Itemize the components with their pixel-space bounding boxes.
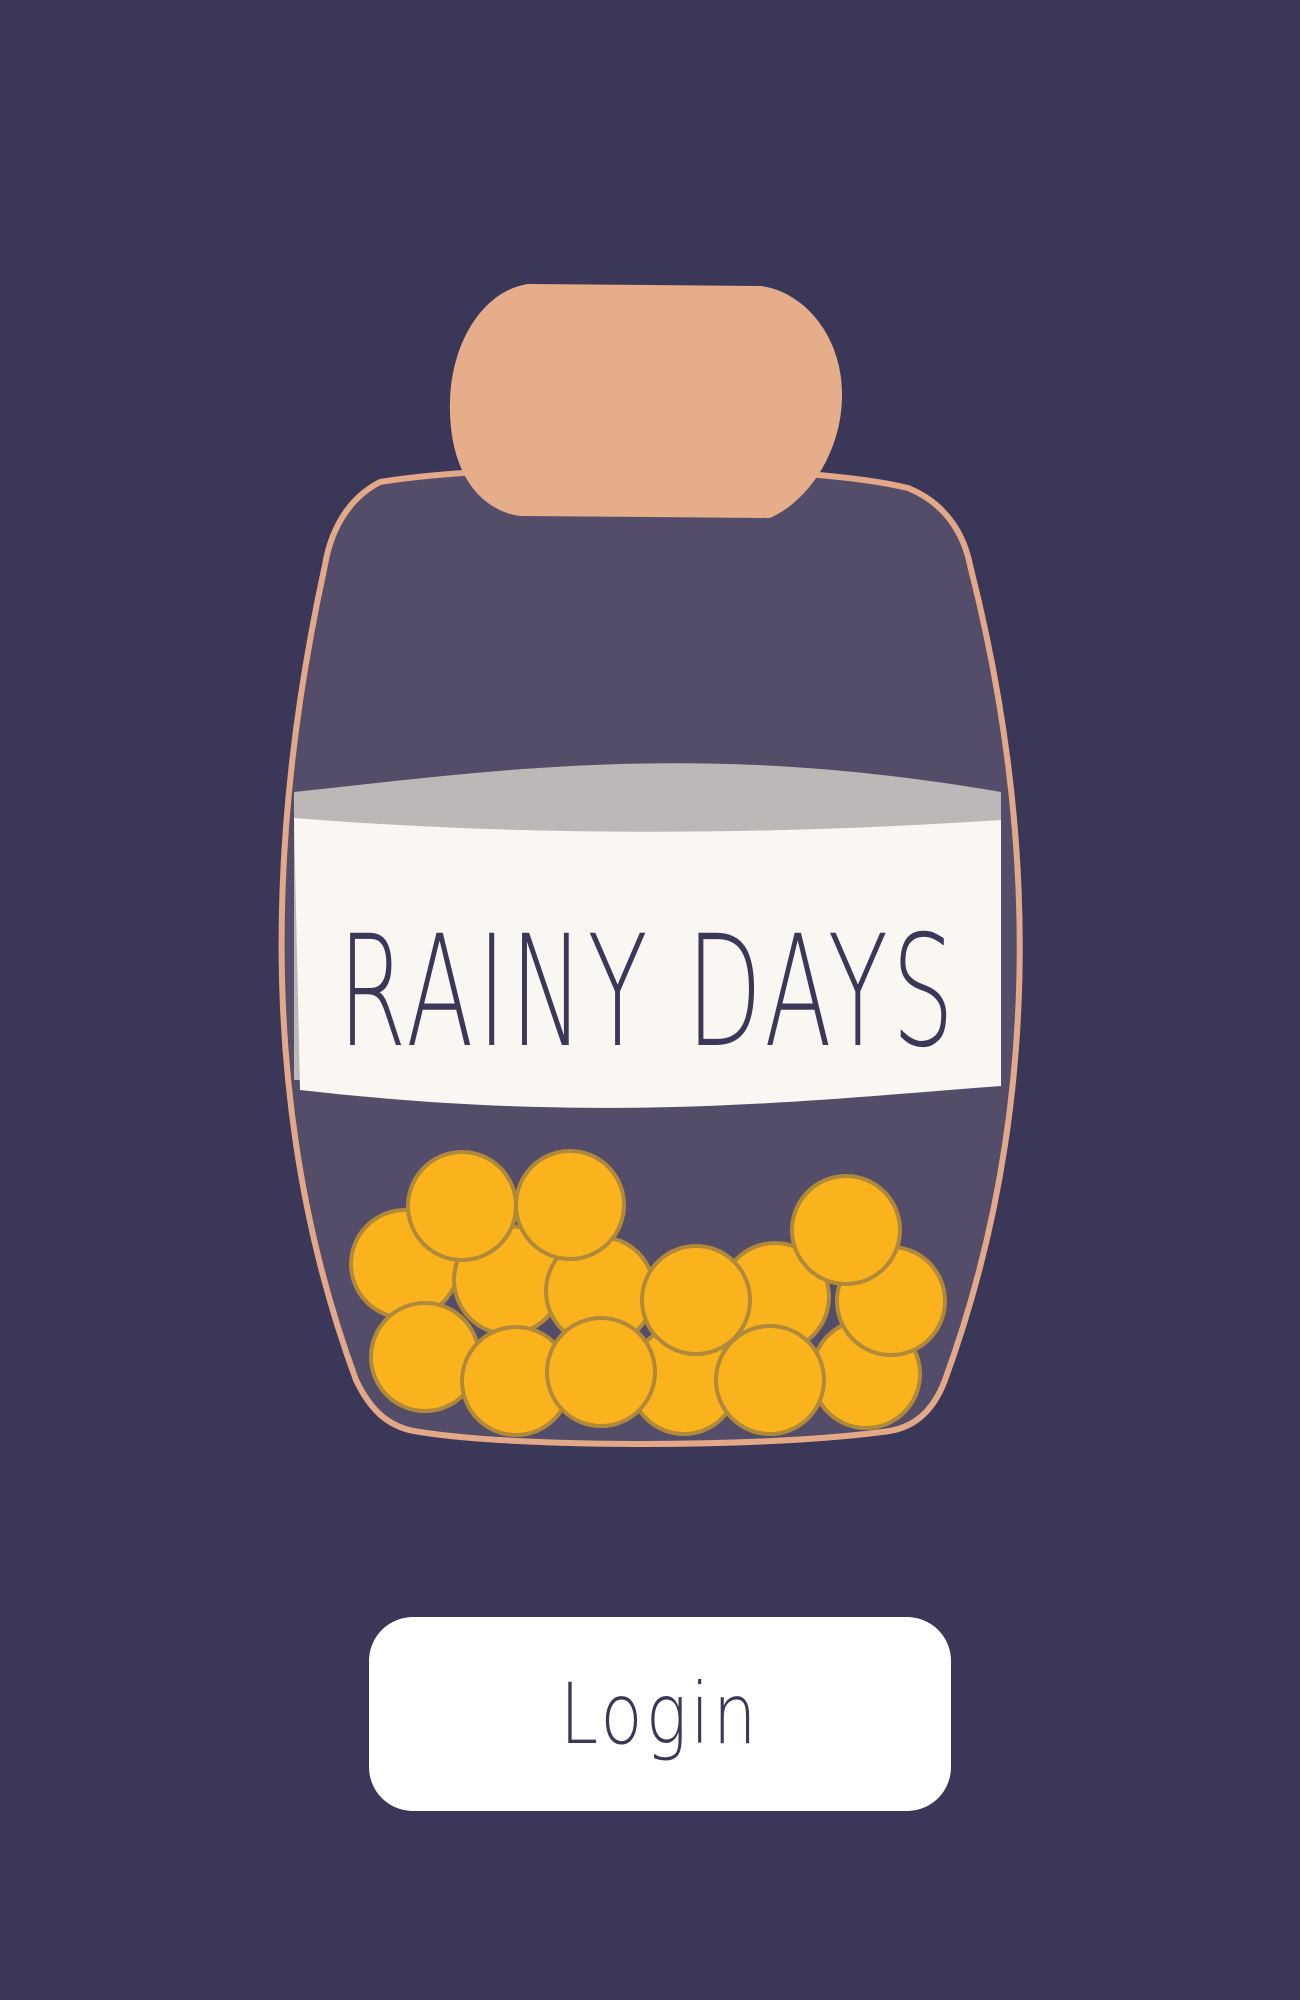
- coin-icon: [545, 1316, 657, 1428]
- login-button[interactable]: Login: [369, 1617, 951, 1811]
- login-button-label: Login: [560, 1665, 760, 1763]
- coin-icon: [514, 1149, 626, 1261]
- coin-icon: [790, 1174, 902, 1286]
- jar-title: RAINY DAYS: [338, 903, 958, 1082]
- jar-lid: [449, 284, 842, 518]
- coin-icon: [714, 1324, 826, 1436]
- rainy-days-jar-illustration: RAINY DAYS: [278, 284, 1023, 1447]
- coin-icon: [406, 1150, 518, 1262]
- login-screen: RAINY DAYS Login: [0, 0, 1300, 2000]
